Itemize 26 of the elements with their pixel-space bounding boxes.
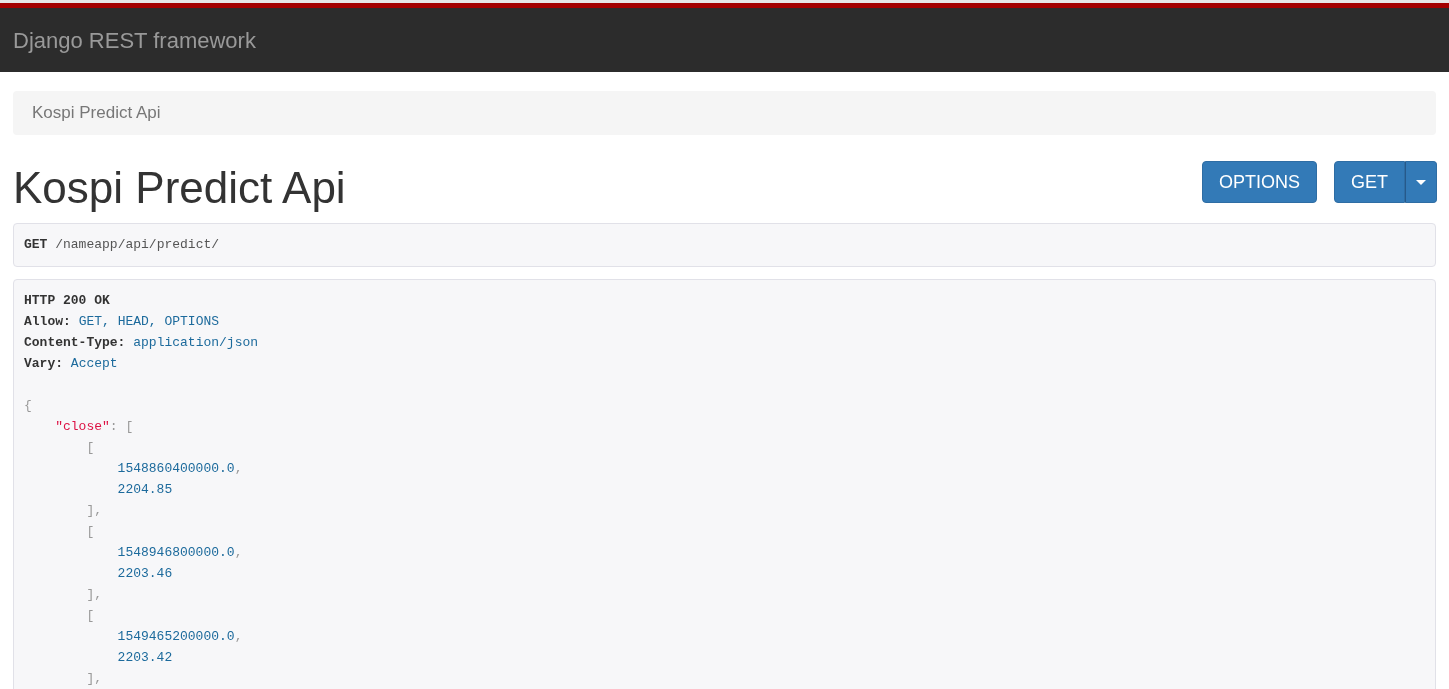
options-button[interactable]: OPTIONS [1201, 161, 1317, 203]
caret-icon [1416, 179, 1426, 185]
request-line: GET /nameapp/api/predict/ [24, 236, 220, 255]
code-line: [ [86, 524, 95, 539]
code-line: 2203.46 [117, 566, 173, 581]
code-line: ], [86, 503, 102, 518]
breadcrumb-item[interactable]: Kospi Predict Api [32, 100, 161, 126]
code-line: [ [86, 608, 95, 623]
code-line: 1548946800000.0, [117, 545, 243, 560]
code-line: 2203.42 [117, 650, 173, 665]
code-line: ], [86, 587, 102, 602]
page-title: Kospi Predict Api [13, 163, 346, 213]
code-line: 1549465200000.0, [117, 629, 243, 644]
status-line: HTTP 200 OK [24, 293, 110, 308]
code-line: [ [86, 440, 95, 455]
brand-link[interactable]: Django REST framework [13, 23, 256, 57]
code-line: 2204.85 [117, 482, 173, 497]
dropdown-toggle[interactable] [1405, 161, 1437, 203]
code-line: ], [86, 671, 102, 686]
header-line: Content-Type: application/json [24, 335, 259, 350]
code-line: 1548860400000.0, [117, 461, 243, 476]
header-line: Allow: GET, HEAD, OPTIONS [24, 314, 220, 329]
code-line: "close": [ [55, 419, 134, 434]
header-line: Vary: Accept [24, 356, 118, 371]
get-button[interactable]: GET [1334, 161, 1405, 203]
code-line: { [24, 398, 32, 413]
